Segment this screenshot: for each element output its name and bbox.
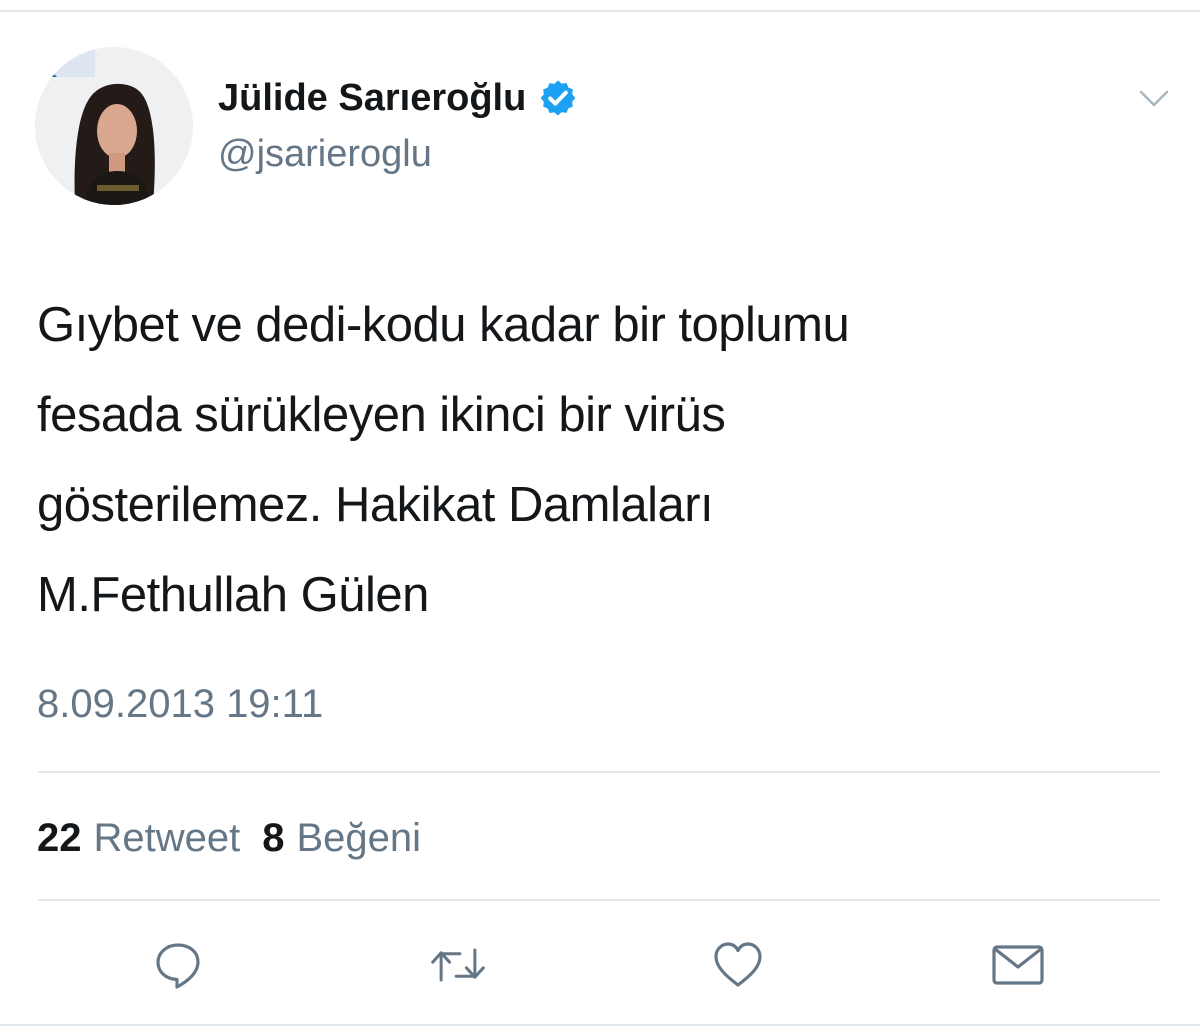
author-display-name[interactable]: Jülide Sarıeroğlu — [218, 74, 526, 122]
reply-icon — [156, 943, 200, 989]
like-count[interactable]: 8 — [262, 812, 284, 864]
avatar[interactable] — [35, 47, 193, 205]
reply-button[interactable] — [148, 935, 208, 995]
heart-icon — [714, 942, 762, 987]
verified-badge-icon — [540, 80, 576, 116]
retweet-icon — [431, 948, 485, 982]
tweet-timestamp[interactable]: 8.09.2013 19:11 — [37, 678, 323, 730]
like-button[interactable] — [708, 935, 768, 995]
divider — [38, 899, 1160, 901]
tweet-text: Gıybet ve dedi-kodu kadar bir toplumu fe… — [37, 298, 850, 622]
tweet-menu-button[interactable] — [1132, 84, 1176, 114]
retweet-count[interactable]: 22 — [37, 812, 82, 864]
author-display-name-row[interactable]: Jülide Sarıeroğlu — [218, 74, 578, 122]
retweet-button[interactable] — [428, 935, 488, 995]
top-divider — [0, 10, 1200, 12]
bottom-divider — [0, 1024, 1200, 1026]
divider — [38, 771, 1160, 773]
direct-message-button[interactable] — [988, 935, 1048, 995]
tweet-stats: 22 Retweet 8 Beğeni — [37, 812, 421, 864]
chevron-down-icon — [1139, 90, 1169, 107]
envelope-icon — [992, 945, 1044, 985]
retweet-label[interactable]: Retweet — [94, 812, 241, 864]
like-label[interactable]: Beğeni — [297, 812, 422, 864]
author-handle[interactable]: @jsarieroglu — [218, 130, 432, 178]
avatar-image — [35, 47, 193, 205]
